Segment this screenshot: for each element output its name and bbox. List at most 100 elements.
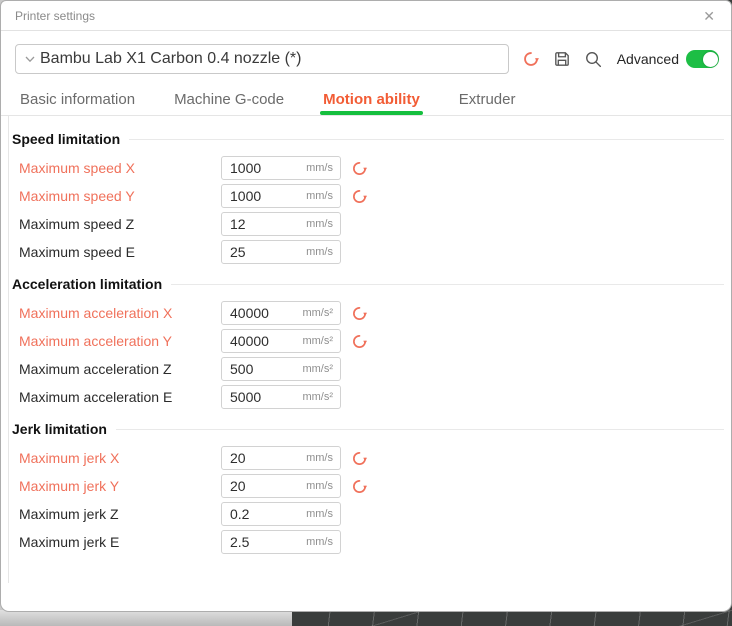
toggle-knob [703,52,718,67]
chevron-down-icon [24,53,36,65]
unit-label: mm/s [306,536,340,548]
setting-row: Maximum speed X mm/s [9,154,731,182]
section-heading: Jerk limitation [9,421,731,437]
setting-input-box: mm/s [221,530,341,554]
undo-icon [351,478,368,495]
setting-label: Maximum speed Z [19,216,221,232]
setting-row: Maximum acceleration E mm/s² [9,383,731,411]
unit-label: mm/s [306,508,340,520]
setting-label: Maximum jerk Z [19,506,221,522]
motion-ability-panel: Speed limitation Maximum speed X mm/s Ma… [8,116,731,583]
dialog-titlebar: Printer settings ✕ [1,1,731,31]
unit-label: mm/s [306,218,340,230]
setting-label: Maximum jerk Y [19,478,221,494]
tab-machine-gcode[interactable]: Machine G-code [173,87,285,115]
printer-settings-dialog: Printer settings ✕ Bambu Lab X1 Carbon 0… [0,0,732,612]
setting-label: Maximum speed Y [19,188,221,204]
setting-row: Maximum jerk Y mm/s [9,472,731,500]
undo-icon [351,333,368,350]
setting-input[interactable] [222,160,294,176]
tab-extruder[interactable]: Extruder [458,87,517,115]
advanced-toggle[interactable] [686,50,719,68]
setting-label: Maximum speed X [19,160,221,176]
section-heading: Speed limitation [9,131,731,147]
undo-icon [351,188,368,205]
setting-input-box: mm/s [221,212,341,236]
setting-input-box: mm/s² [221,385,341,409]
reset-value-button[interactable] [351,305,368,322]
undo-icon [351,305,368,322]
settings-section: Jerk limitation Maximum jerk X mm/s Maxi… [9,421,731,556]
reset-value-button[interactable] [351,333,368,350]
setting-input-box: mm/s [221,502,341,526]
setting-row: Maximum acceleration Y mm/s² [9,327,731,355]
search-icon[interactable] [584,50,603,69]
section-divider-line [129,139,724,140]
unit-label: mm/s² [302,307,340,319]
unit-label: mm/s [306,452,340,464]
tab-basic-information[interactable]: Basic information [19,87,136,115]
undo-icon [351,160,368,177]
section-divider-line [116,429,724,430]
setting-label: Maximum acceleration Y [19,333,221,349]
advanced-label: Advanced [617,51,679,67]
unit-label: mm/s [306,162,340,174]
setting-input[interactable] [222,244,294,260]
setting-label: Maximum jerk E [19,534,221,550]
setting-input[interactable] [222,361,294,377]
undo-preset-button[interactable] [522,50,540,68]
active-tab-underline [320,111,423,115]
setting-row: Maximum speed Y mm/s [9,182,731,210]
setting-input-box: mm/s² [221,357,341,381]
setting-input[interactable] [222,450,294,466]
section-heading: Acceleration limitation [9,276,731,292]
setting-row: Maximum speed Z mm/s [9,210,731,238]
undo-icon [351,450,368,467]
setting-input[interactable] [222,305,294,321]
setting-input-box: mm/s [221,156,341,180]
setting-input-box: mm/s [221,240,341,264]
setting-input[interactable] [222,534,294,550]
unit-label: mm/s [306,190,340,202]
reset-value-button[interactable] [351,450,368,467]
setting-input[interactable] [222,478,294,494]
unit-label: mm/s² [302,391,340,403]
setting-row: Maximum speed E mm/s [9,238,731,266]
tab-label: Motion ability [323,91,420,108]
setting-row: Maximum jerk Z mm/s [9,500,731,528]
preset-toolbar: Bambu Lab X1 Carbon 0.4 nozzle (*) Advan… [1,31,731,85]
setting-input[interactable] [222,333,294,349]
setting-input-box: mm/s [221,184,341,208]
setting-label: Maximum jerk X [19,450,221,466]
section-title: Acceleration limitation [12,276,162,292]
settings-section: Speed limitation Maximum speed X mm/s Ma… [9,131,731,266]
setting-input[interactable] [222,506,294,522]
tab-motion-ability[interactable]: Motion ability [322,87,421,115]
unit-label: mm/s² [302,363,340,375]
setting-input[interactable] [222,389,294,405]
save-preset-icon[interactable] [553,50,571,68]
section-divider-line [171,284,724,285]
setting-input-box: mm/s [221,474,341,498]
unit-label: mm/s² [302,335,340,347]
dialog-title: Printer settings [15,9,95,23]
setting-row: Maximum acceleration Z mm/s² [9,355,731,383]
reset-value-button[interactable] [351,188,368,205]
setting-label: Maximum acceleration E [19,389,221,405]
preset-select[interactable]: Bambu Lab X1 Carbon 0.4 nozzle (*) [15,44,509,74]
setting-row: Maximum jerk E mm/s [9,528,731,556]
reset-value-button[interactable] [351,160,368,177]
setting-row: Maximum acceleration X mm/s² [9,299,731,327]
settings-tabs: Basic information Machine G-code Motion … [1,85,731,115]
setting-label: Maximum speed E [19,244,221,260]
reset-value-button[interactable] [351,478,368,495]
section-title: Speed limitation [12,131,120,147]
setting-input[interactable] [222,216,294,232]
setting-row: Maximum jerk X mm/s [9,444,731,472]
preset-select-value: Bambu Lab X1 Carbon 0.4 nozzle (*) [40,50,301,68]
close-icon[interactable]: ✕ [700,7,718,25]
unit-label: mm/s [306,480,340,492]
setting-input[interactable] [222,188,294,204]
setting-input-box: mm/s [221,446,341,470]
setting-input-box: mm/s² [221,329,341,353]
